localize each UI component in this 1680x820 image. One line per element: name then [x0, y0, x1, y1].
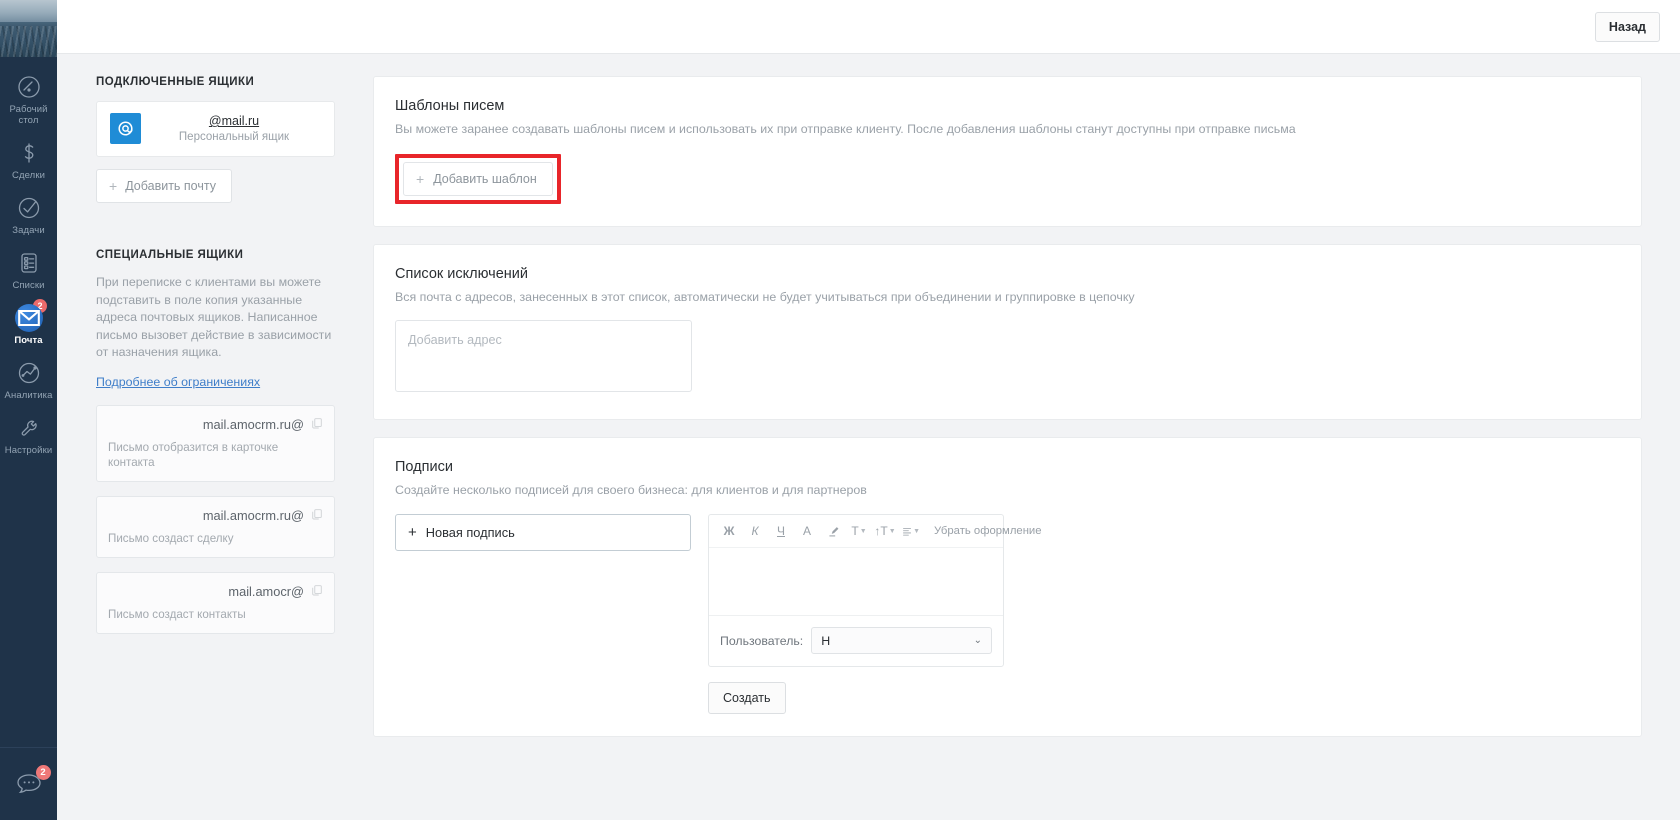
font-size-icon[interactable]: ↑T ▼ [873, 520, 897, 542]
add-template-label: Добавить шаблон [433, 172, 537, 186]
special-mailboxes-title: СПЕЦИАЛЬНЫЕ ЯЩИКИ [96, 249, 244, 261]
mailbox-subtitle: Персональный ящик [178, 131, 290, 143]
copy-icon[interactable] [311, 507, 323, 525]
add-mailbox-button[interactable]: + Добавить почту [96, 169, 232, 203]
signature-content-input[interactable] [709, 548, 1003, 616]
primary-navigation-rail: Рабочий стол Сделки Задачи Списки 2 Почт… [0, 0, 57, 820]
create-signature-button[interactable]: Создать [708, 682, 786, 714]
sidebar-item-mail[interactable]: 2 Почта [0, 297, 57, 352]
nav-item-list: Рабочий стол Сделки Задачи Списки 2 Почт… [0, 57, 57, 747]
sidebar-item-tasks[interactable]: Задачи [0, 187, 57, 242]
user-select[interactable]: Н ⌄ [811, 627, 992, 654]
top-bar: Назад [57, 0, 1680, 54]
font-color-icon[interactable]: A [795, 520, 819, 542]
plus-icon: + [109, 178, 118, 194]
sidebar-item-label: Почта [14, 335, 43, 346]
sidebar-item-deals[interactable]: Сделки [0, 132, 57, 187]
chevron-down-icon: ⌄ [973, 635, 982, 646]
add-mailbox-label: Добавить почту [125, 179, 216, 193]
plus-icon: + [416, 171, 425, 187]
user-label: Пользователь: [720, 633, 804, 648]
chevron-down-icon: ▼ [859, 527, 867, 535]
mailboxes-sidebar: ПОДКЛЮЧЕННЫЕ ЯЩИКИ @mail.ru Персональный… [77, 76, 335, 634]
font-size-label: ↑T [874, 524, 888, 538]
main-area: Назад ПОДКЛЮЧЕННЫЕ ЯЩИКИ @mail.ru Персон… [57, 0, 1680, 820]
copy-icon[interactable] [311, 416, 323, 434]
account-cover-photo [0, 0, 57, 57]
connected-mailbox-card[interactable]: @mail.ru Персональный ящик [96, 101, 335, 157]
chat-unread-badge: 2 [35, 765, 51, 780]
exclusions-title: Список исключений [395, 266, 528, 282]
tasks-icon [15, 194, 43, 222]
connected-mailboxes-title: ПОДКЛЮЧЕННЫЕ ЯЩИКИ [96, 76, 255, 88]
chevron-down-icon: ▼ [913, 527, 920, 535]
lists-icon [15, 249, 43, 277]
special-mailbox-address: @mail.amocr [228, 584, 304, 599]
mail-icon [14, 304, 43, 332]
sidebar-item-label: Списки [12, 280, 45, 291]
chevron-down-icon: ▼ [888, 527, 896, 535]
sidebar-item-label: Задачи [12, 225, 45, 236]
underline-icon[interactable]: Ч [769, 520, 793, 542]
exclusion-list-panel: Список исключений Вся почта с адресов, з… [373, 244, 1642, 420]
special-mailbox-card-contacts[interactable]: @mail.amocr Письмо создаст контакты [96, 571, 335, 634]
highlighter-icon[interactable] [821, 520, 845, 542]
deals-icon [15, 139, 43, 167]
align-left-icon[interactable]: ▼ [899, 520, 923, 542]
plus-icon: + [408, 523, 417, 541]
sidebar-item-settings[interactable]: Настройки [0, 407, 57, 462]
mailru-logo-icon [110, 113, 141, 144]
special-mailbox-card-contact[interactable]: @mail.amocrm.ru Письмо отобразится в кар… [96, 404, 335, 482]
special-mailbox-note: Письмо создаст контакты [108, 607, 246, 621]
special-mailboxes-section: СПЕЦИАЛЬНЫЕ ЯЩИКИ При переписке с клиент… [96, 249, 335, 634]
sidebar-item-analytics[interactable]: Аналитика [0, 352, 57, 407]
mailbox-address[interactable]: @mail.ru [151, 114, 317, 128]
rich-text-toolbar: Ж К Ч A T ▼ ↑T ▼ ▼ Убрать оформление [709, 515, 1042, 548]
signature-user-row: Пользователь: Н ⌄ [709, 616, 1003, 666]
sidebar-item-label: Настройки [4, 445, 53, 456]
signature-list-column: + Новая подпись [395, 514, 691, 551]
page-content: ПОДКЛЮЧЕННЫЕ ЯЩИКИ @mail.ru Персональный… [57, 54, 1680, 820]
new-signature-label: Новая подпись [425, 525, 515, 540]
special-mailbox-note: Письмо отобразится в карточке контакта [108, 440, 279, 469]
chat-launcher[interactable]: 2 [0, 747, 57, 820]
signature-editor: Ж К Ч A T ▼ ↑T ▼ ▼ Убрать оформление Пол… [708, 514, 1042, 667]
italic-icon[interactable]: К [743, 520, 767, 542]
user-select-value: Н [821, 633, 831, 648]
copy-icon[interactable] [311, 583, 323, 601]
exclusion-address-input[interactable] [395, 320, 692, 392]
clear-formatting-button[interactable]: Убрать оформление [934, 525, 1042, 537]
analytics-icon [15, 359, 43, 387]
add-template-highlight: + Добавить шаблон [395, 154, 561, 204]
sidebar-item-lists[interactable]: Списки [0, 242, 57, 297]
settings-icon [15, 414, 43, 442]
templates-description: Вы можете заранее создавать шаблоны писе… [395, 122, 1296, 136]
dashboard-icon [15, 73, 43, 101]
signature-editor-row: + Новая подпись Ж К Ч A T ▼ ↑T ▼ ▼ Убрат… [395, 514, 1620, 667]
sidebar-item-dashboard[interactable]: Рабочий стол [0, 66, 57, 132]
special-mailbox-address: @mail.amocrm.ru [202, 417, 304, 432]
sidebar-item-label: Рабочий стол [9, 104, 48, 126]
signatures-title: Подписи [395, 459, 453, 475]
app-root: Рабочий стол Сделки Задачи Списки 2 Почт… [0, 0, 1680, 820]
signatures-panel: Подписи Создайте несколько подписей для … [373, 437, 1642, 737]
back-button[interactable]: Назад [1594, 11, 1660, 42]
sidebar-item-label: Сделки [12, 170, 45, 181]
settings-panels: Шаблоны писем Вы можете заранее создават… [335, 76, 1660, 754]
exclusions-description: Вся почта с адресов, занесенных в этот с… [395, 290, 1135, 304]
email-templates-panel: Шаблоны писем Вы можете заранее создават… [373, 76, 1642, 227]
bold-icon[interactable]: Ж [717, 520, 741, 542]
special-mailbox-note: Письмо создаст сделку [108, 531, 234, 545]
special-mailbox-address: @mail.amocrm.ru [202, 508, 304, 523]
sidebar-item-label: Аналитика [4, 390, 53, 401]
limitations-link[interactable]: Подробнее об ограничениях [96, 375, 260, 389]
font-family-icon[interactable]: T ▼ [847, 520, 871, 542]
special-mailbox-card-lead[interactable]: @mail.amocrm.ru Письмо создаст сделку [96, 495, 335, 558]
page-title: Шаблоны писем [395, 98, 505, 114]
new-signature-button[interactable]: + Новая подпись [395, 514, 691, 551]
signatures-description: Создайте несколько подписей для своего б… [395, 483, 867, 497]
add-template-button[interactable]: + Добавить шаблон [403, 162, 553, 196]
special-mailboxes-description: При переписке с клиентами вы можете подс… [96, 275, 332, 359]
font-family-label: T [851, 524, 859, 538]
